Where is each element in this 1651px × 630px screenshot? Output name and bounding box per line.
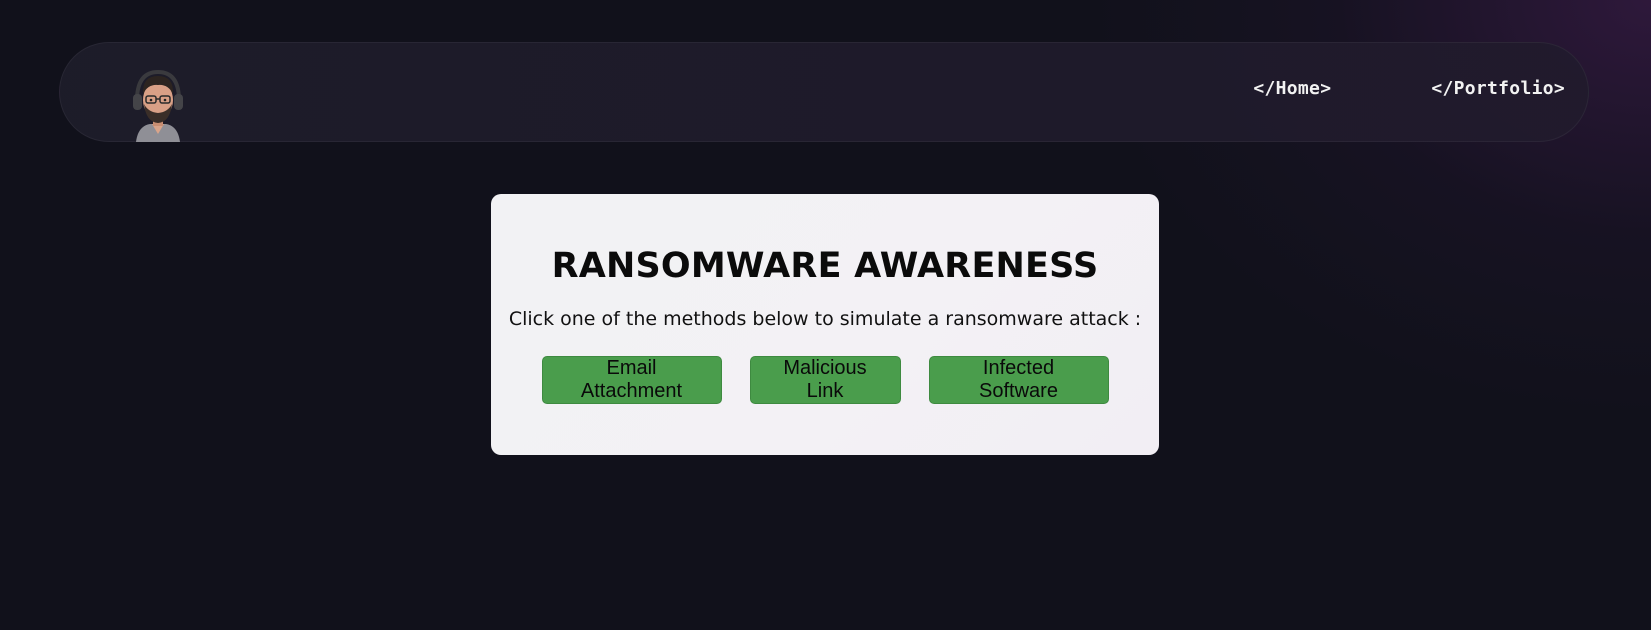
infected-software-button[interactable]: Infected Software	[928, 356, 1109, 404]
nav-link-home[interactable]: </Home>	[1253, 78, 1331, 99]
ransomware-card: RANSOMWARE AWARENESS Click one of the me…	[491, 194, 1159, 455]
email-attachment-button[interactable]: Email Attachment	[541, 356, 722, 404]
card-subtitle: Click one of the methods below to simula…	[508, 308, 1142, 330]
method-buttons: Email Attachment Malicious Link Infected…	[491, 356, 1159, 404]
nav-links: </Home> </Portfolio>	[1253, 78, 1565, 99]
malicious-link-button[interactable]: Malicious Link	[749, 356, 901, 404]
nav-link-portfolio[interactable]: </Portfolio>	[1431, 78, 1565, 99]
card-title: RANSOMWARE AWARENESS	[551, 246, 1099, 286]
developer-avatar-icon[interactable]	[128, 68, 188, 142]
